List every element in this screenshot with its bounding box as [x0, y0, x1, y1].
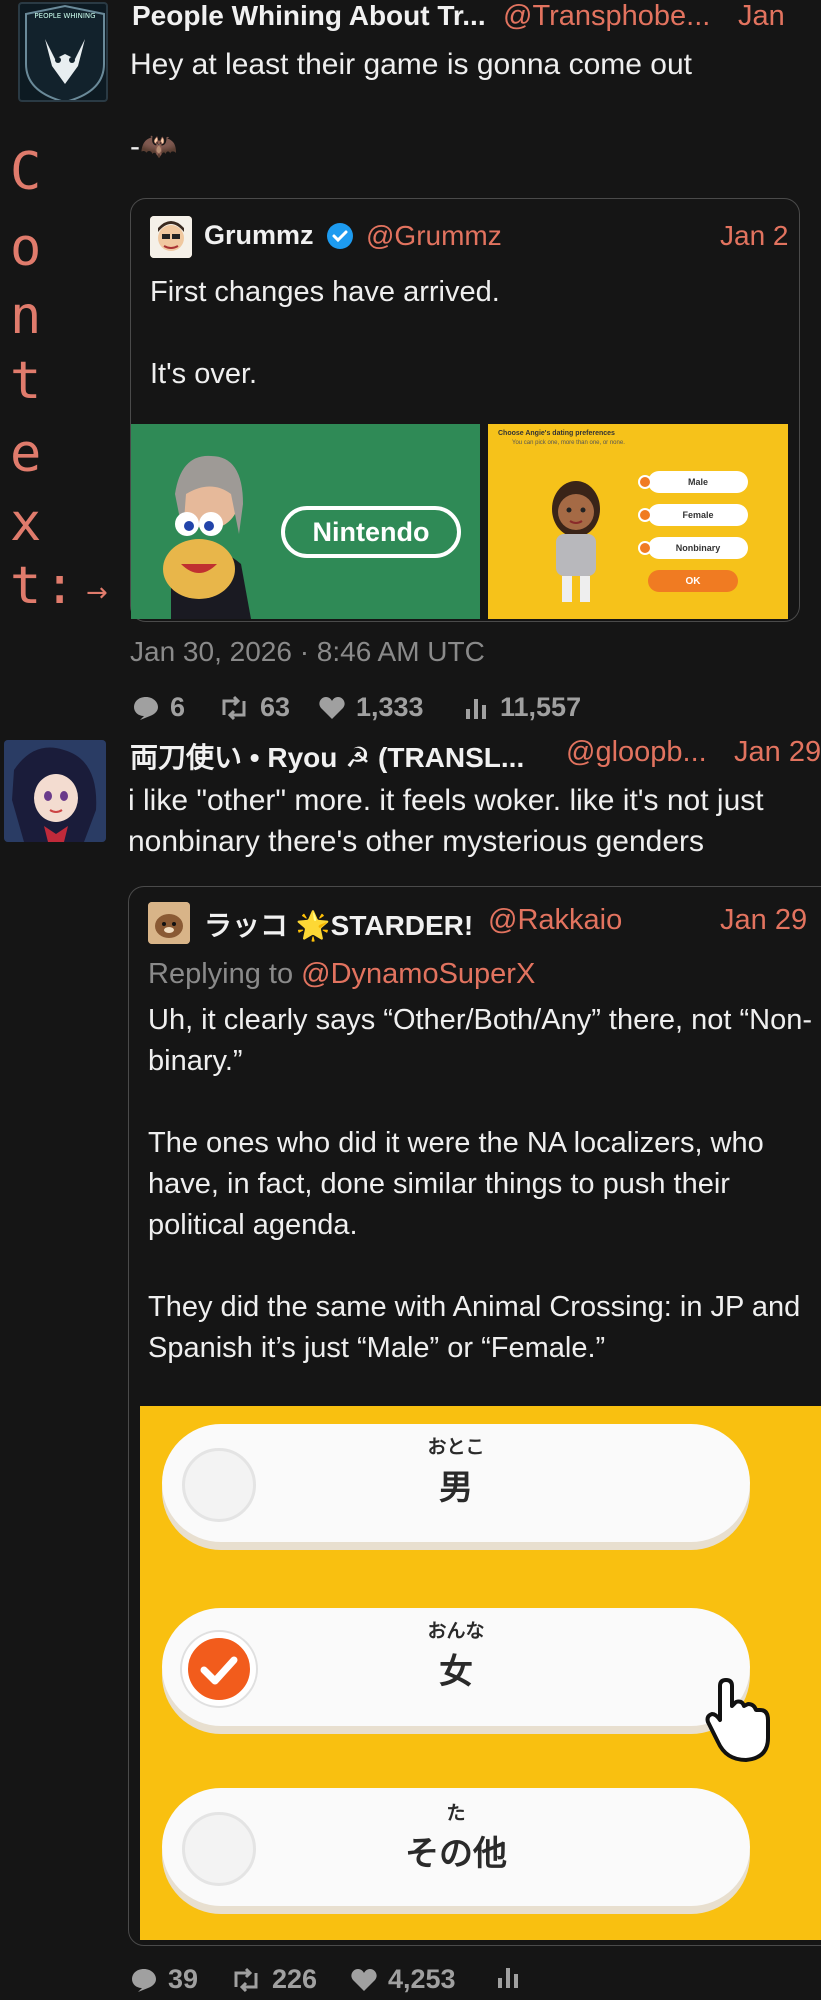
view-count[interactable]: 11,557	[464, 692, 581, 723]
context-letter: e	[10, 424, 42, 484]
context-letter: t	[10, 556, 42, 616]
like-count-value: 1,333	[356, 692, 424, 722]
context-letter: :	[44, 556, 76, 616]
reply-count-value: 39	[168, 1964, 199, 1994]
reply-context: Replying to @DynamoSuperX	[148, 958, 535, 991]
nintendo-logo: Nintendo	[281, 506, 461, 558]
cartoon-face-icon	[150, 216, 192, 258]
checkbox-icon	[638, 541, 652, 555]
quoted-image-dating-preferences[interactable]: Choose Angie's dating preferences You ca…	[488, 424, 788, 619]
view-count-value: 11,557	[500, 692, 582, 722]
views-chart-icon	[466, 698, 486, 719]
option-label: 男	[439, 1469, 473, 1507]
fox-logo-icon: PEOPLE WHINING	[25, 4, 105, 100]
quoted-image-nintendo[interactable]: Nintendo	[131, 424, 480, 619]
retweet-icon	[234, 1967, 258, 1992]
context-letter: o	[10, 218, 42, 278]
option-female[interactable]: Female	[648, 504, 748, 526]
post-text: Hey at least their game is gonna come ou…	[130, 48, 692, 163]
checkbox-icon	[638, 475, 652, 489]
dating-subtitle: You can pick one, more than one, or none…	[512, 440, 625, 446]
otter-icon	[148, 902, 190, 944]
reply-count[interactable]: 39	[130, 1964, 198, 1995]
person-with-puppet-image	[163, 455, 251, 619]
avatar[interactable]	[148, 902, 190, 944]
quoted-author-handle[interactable]: @Grummz	[366, 220, 502, 252]
quoted-author-name[interactable]: ラッコ 🌟STARDER!	[204, 904, 473, 944]
context-letter: C	[10, 142, 42, 202]
avatar-text: PEOPLE WHINING	[34, 12, 95, 20]
views-chart-icon	[498, 1968, 518, 1988]
quoted-post-text: Uh, it clearly says “Other/Both/Any” the…	[148, 1004, 813, 1364]
reply-count[interactable]: 6	[132, 692, 185, 723]
like-count-value: 4,253	[388, 1964, 456, 1994]
option-furigana: おんな	[427, 1621, 485, 1642]
retweet-count-value: 226	[272, 1964, 318, 1994]
reply-count-value: 6	[170, 692, 186, 722]
avatar[interactable]	[150, 216, 192, 258]
author-handle[interactable]: @gloopb...	[566, 736, 707, 769]
author-name[interactable]: People Whining About Tr...	[132, 0, 486, 32]
option-nonbinary[interactable]: Nonbinary	[648, 537, 748, 559]
quoted-author-handle[interactable]: @Rakkaio	[488, 904, 622, 937]
option-male[interactable]: おとこ 男	[162, 1424, 750, 1542]
reply-to-handle[interactable]: @DynamoSuperX	[301, 958, 535, 990]
checkbox-icon	[638, 508, 652, 522]
dating-title: Choose Angie's dating preferences	[498, 430, 615, 437]
author-handle[interactable]: @Transphobe...	[503, 0, 710, 33]
context-letter: x	[10, 493, 42, 553]
post-timestamp[interactable]: Jan 30, 2026 · 8:46 AM UTC	[130, 636, 485, 668]
option-female[interactable]: おんな 女	[162, 1608, 750, 1726]
view-count[interactable]	[496, 1964, 522, 1990]
post-date[interactable]: Jan	[738, 0, 785, 33]
post-text: i like "other" more. it feels woker. lik…	[128, 784, 764, 858]
context-letter: n	[10, 286, 42, 346]
option-male[interactable]: Male	[648, 471, 748, 493]
quoted-image-gender-options[interactable]: おとこ 男 おんな 女 た その他	[140, 1406, 821, 1940]
avatar[interactable]	[4, 740, 106, 842]
like-count[interactable]: 1,333	[318, 692, 424, 723]
reply-icon	[134, 696, 158, 720]
anime-character-icon	[4, 740, 106, 842]
ok-button[interactable]: OK	[648, 570, 738, 592]
retweet-count[interactable]: 63	[218, 692, 290, 723]
option-other[interactable]: た その他	[162, 1788, 750, 1906]
avatar[interactable]: PEOPLE WHINING	[18, 2, 108, 102]
heart-icon	[351, 1968, 377, 1991]
quoted-post-text: First changes have arrived. It's over.	[150, 276, 500, 390]
option-furigana: た	[446, 1803, 466, 1824]
post-date[interactable]: Jan 29	[734, 736, 821, 769]
context-letter: t	[10, 351, 42, 411]
quoted-post-date[interactable]: Jan 29	[720, 904, 807, 937]
option-label: 女	[439, 1653, 473, 1691]
pointing-hand-icon	[705, 1678, 770, 1762]
author-name[interactable]: 両刀使い • Ryou ☭ (TRANSL...	[130, 736, 524, 776]
reply-prefix: Replying to	[148, 958, 302, 990]
verified-badge-icon	[327, 223, 353, 249]
quoted-post-date[interactable]: Jan 2	[720, 220, 789, 252]
heart-icon	[319, 696, 345, 719]
retweet-count[interactable]: 226	[230, 1964, 317, 1995]
reply-icon	[132, 1968, 156, 1992]
option-furigana: おとこ	[427, 1437, 485, 1458]
mii-character-image	[552, 481, 600, 602]
quoted-author-name[interactable]: Grummz	[204, 220, 314, 251]
like-count[interactable]: 4,253	[350, 1964, 456, 1995]
retweet-icon	[222, 695, 246, 720]
retweet-count-value: 63	[260, 692, 291, 722]
option-label: その他	[405, 1835, 507, 1873]
context-arrow: →	[86, 578, 108, 608]
